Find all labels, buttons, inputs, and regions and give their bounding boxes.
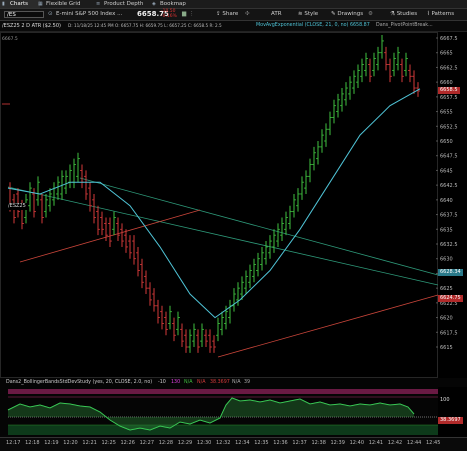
lower-study-legend: Dans2_BollingerBandsStdDevStudy (yes, 20… xyxy=(0,378,467,387)
lower-field-3: N/A xyxy=(197,380,206,385)
price-tick-label: 6650 xyxy=(440,139,453,145)
time-tick-label: 12:44 xyxy=(406,440,422,446)
time-tick-label: 12:25 xyxy=(101,440,116,446)
lower-field-4: 38.3697 xyxy=(210,380,230,385)
trendline-green-upper xyxy=(7,186,439,286)
time-tick-label: 12:27 xyxy=(139,440,155,446)
lower-field-5: N/A xyxy=(232,380,241,385)
ma-price-tag: 6628.34 xyxy=(438,269,463,276)
time-tick-label: 12:37 xyxy=(292,440,307,446)
price-tick-label: 6652.5 xyxy=(440,124,458,130)
price-tick-label: 6615 xyxy=(440,345,453,351)
lower-field-2: N/A xyxy=(184,380,193,385)
price-tick-label: 6667.5 xyxy=(440,36,458,42)
lower-field-6: 39 xyxy=(244,380,251,385)
price-tick-label: 6660 xyxy=(440,80,453,86)
time-tick-label: 12:41 xyxy=(368,440,384,446)
time-tick-label: 12:18 xyxy=(25,440,40,446)
time-tick-label: 12:32 xyxy=(216,440,231,446)
time-axis: 12:17 12:18 12:19 12:20 12:21 12:25 12:26 12:27… xyxy=(0,437,467,451)
time-tick-label: 12:17 xyxy=(6,440,21,446)
trendline-red-right xyxy=(217,294,439,358)
time-tick-label: 12:36 xyxy=(273,440,288,446)
price-tick-label: 6642.5 xyxy=(440,183,458,189)
price-tick-label: 6625 xyxy=(440,286,453,292)
price-tick-label: 6620 xyxy=(440,316,453,322)
upper-band-fill xyxy=(8,389,438,394)
time-tick-label: 12:26 xyxy=(120,440,135,446)
price-tick-label: 6632.5 xyxy=(440,242,458,248)
left-symbol-tag: /ESZ25 xyxy=(6,203,28,210)
plot-frame xyxy=(0,32,438,378)
time-tick-label: 12:34 xyxy=(235,440,250,446)
price-tick-label: 6640 xyxy=(440,198,453,204)
price-tick-label: 6635 xyxy=(440,227,453,233)
price-tick-label: 6647.5 xyxy=(440,154,458,160)
price-tick-label: 6630 xyxy=(440,257,453,263)
time-tick-label: 12:19 xyxy=(44,440,59,446)
price-tick-label: 6662.5 xyxy=(440,65,458,71)
time-tick-label: 12:38 xyxy=(311,440,326,446)
time-tick-label: 12:45 xyxy=(426,440,441,446)
lower-tag-100: 100 xyxy=(438,397,452,404)
time-tick-label: 12:30 xyxy=(196,440,212,446)
last-price-tag: 6658.5 xyxy=(438,87,460,94)
time-tick-label: 12:35 xyxy=(254,440,269,446)
time-tick-label: 12:40 xyxy=(349,440,365,446)
time-tick-label: 12:42 xyxy=(387,440,403,446)
lower-band-fill xyxy=(8,425,438,435)
lower-value-tag: 38.3697 xyxy=(438,417,463,424)
time-tick-label: 12:20 xyxy=(63,440,78,446)
lower-field-0: -10 xyxy=(158,380,166,385)
trendline-price-tag: 6624.75 xyxy=(438,295,463,302)
price-tick-label: 6655 xyxy=(440,110,453,116)
time-tick-label: 12:28 xyxy=(158,440,174,446)
time-tick-label: 12:39 xyxy=(330,440,345,446)
lower-study-label[interactable]: Dans2_BollingerBandsStdDevStudy (yes, 20… xyxy=(6,378,152,388)
time-tick-label: 12:29 xyxy=(177,440,193,446)
price-tick-label: 6637.5 xyxy=(440,213,458,219)
price-tick-label: 6657.5 xyxy=(440,95,458,101)
time-tick-label: 12:21 xyxy=(82,440,97,446)
price-tick-label: 6645 xyxy=(440,168,453,174)
left-tick-label: 6667.5 xyxy=(2,36,18,42)
price-tick-label: 6617.5 xyxy=(440,330,458,336)
lower-field-1: 130 xyxy=(171,380,181,385)
price-tick-label: 6665 xyxy=(440,51,453,57)
ema-line xyxy=(7,88,421,319)
